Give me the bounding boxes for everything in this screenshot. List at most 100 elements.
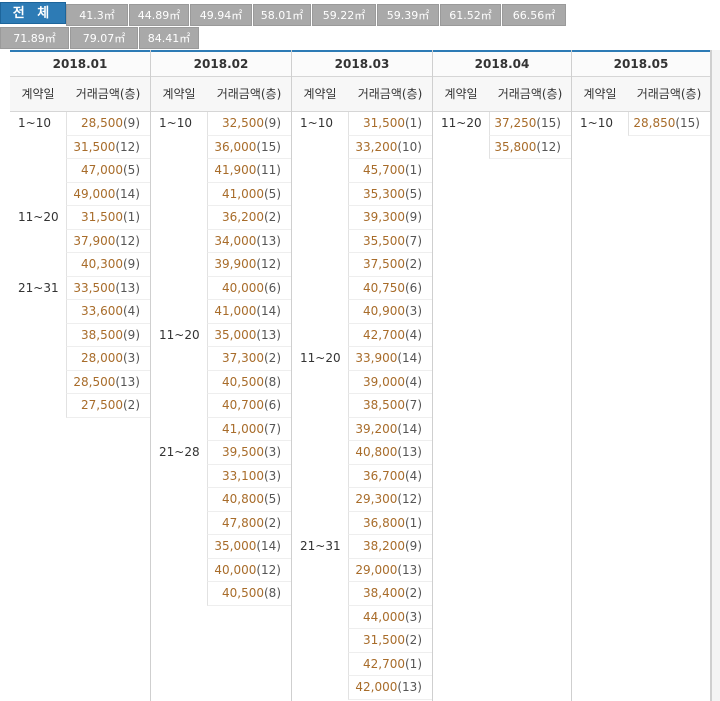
month-column-2018-04: 2018.04 계약일 거래금액(층) 11~20 37,250(15) 35,800(1… <box>433 50 572 701</box>
floor-value: (9) <box>405 539 422 553</box>
price-cell: 33,900(14) <box>348 347 432 371</box>
floor-value: (9) <box>123 116 140 130</box>
price-value: 40,000 <box>214 562 257 577</box>
price-value: 33,100 <box>222 468 264 483</box>
price-value: 42,700 <box>363 327 405 342</box>
price-cell: 31,500(1) <box>348 112 432 136</box>
month-column-2018-03: 2018.03 계약일 거래금액(층) 1~10 31,500(1) 33,200(10)… <box>292 50 433 701</box>
price-cell: 31,500(12) <box>66 135 150 159</box>
price-cell: 39,300(9) <box>348 206 432 230</box>
tab-area-3[interactable]: 58.01㎡ <box>253 4 311 26</box>
price-value: 37,900 <box>73 233 116 248</box>
floor-value: (9) <box>123 327 140 342</box>
price-value: 42,000 <box>355 680 398 694</box>
tab-area-10[interactable]: 84.41㎡ <box>139 27 199 49</box>
tab-area-6[interactable]: 61.52㎡ <box>440 4 501 26</box>
price-cell: 31,500(1) <box>66 206 150 230</box>
floor-value: (3) <box>264 445 281 459</box>
tab-area-9[interactable]: 79.07㎡ <box>70 27 138 49</box>
price-cell: 47,800(2) <box>207 511 291 535</box>
floor-value: (14) <box>397 421 422 436</box>
price-cell: 29,300(12) <box>348 488 432 512</box>
month-header: 2018.02 <box>151 50 291 77</box>
price-value: 39,300 <box>363 210 405 224</box>
floor-value: (14) <box>256 539 281 553</box>
price-value: 41,000 <box>214 304 257 318</box>
price-value: 38,500 <box>81 327 123 342</box>
price-value: 36,700 <box>363 468 405 483</box>
floor-value: (8) <box>264 374 281 389</box>
floor-value: (5) <box>264 492 281 506</box>
floor-value: (13) <box>256 233 281 248</box>
tab-area-2[interactable]: 49.94㎡ <box>190 4 252 26</box>
tab-area-8[interactable]: 71.89㎡ <box>0 27 69 49</box>
price-value: 35,500 <box>363 233 405 248</box>
floor-value: (1) <box>405 656 422 671</box>
price-cell: 33,200(10) <box>348 135 432 159</box>
date-column-header: 계약일 <box>162 87 196 101</box>
price-cell: 37,500(2) <box>348 253 432 277</box>
price-value: 29,000 <box>355 562 398 577</box>
floor-value: (12) <box>397 492 422 506</box>
floor-value: (13) <box>397 445 422 459</box>
price-value: 35,000 <box>214 539 257 553</box>
price-value: 28,500 <box>81 116 123 130</box>
price-value: 31,500 <box>73 139 116 154</box>
floor-value: (4) <box>123 304 140 318</box>
date-range-label: 1~10 <box>18 116 51 130</box>
table-edge <box>711 50 720 701</box>
floor-value: (13) <box>397 562 422 577</box>
price-cell: 42,000(13) <box>348 676 432 700</box>
price-cell: 49,000(14) <box>66 182 150 206</box>
date-range-label: 11~20 <box>159 327 200 342</box>
floor-value: (14) <box>256 304 281 318</box>
tab-all[interactable]: 전 체 <box>0 2 66 24</box>
price-cell: 29,000(13) <box>348 558 432 582</box>
price-cell: 41,900(11) <box>207 159 291 183</box>
price-value: 40,900 <box>363 304 405 318</box>
price-value: 38,200 <box>363 539 405 553</box>
price-cell: 39,000(4) <box>348 370 432 394</box>
floor-value: (6) <box>264 398 281 412</box>
price-value: 40,700 <box>222 398 264 412</box>
price-cell: 41,000(5) <box>207 182 291 206</box>
price-value: 47,000 <box>81 163 123 177</box>
floor-value: (4) <box>405 374 422 389</box>
date-range-label: 21~31 <box>300 539 341 553</box>
floor-value: (12) <box>115 233 140 248</box>
month-header: 2018.01 <box>10 50 150 77</box>
floor-value: (1) <box>405 163 422 177</box>
floor-value: (12) <box>115 139 140 154</box>
month-header: 2018.04 <box>433 50 571 77</box>
floor-value: (13) <box>397 680 422 694</box>
price-cell: 44,000(3) <box>348 605 432 629</box>
tab-area-5[interactable]: 59.39㎡ <box>377 4 439 26</box>
date-column-header: 계약일 <box>21 87 55 101</box>
date-range-label: 1~10 <box>580 116 613 130</box>
column-subheader: 계약일 거래금액(층) <box>433 77 571 112</box>
month-column-2018-02: 2018.02 계약일 거래금액(층) 1~10 32,500(9) 36,000(15)… <box>151 50 292 701</box>
price-value: 39,500 <box>222 445 264 459</box>
floor-value: (9) <box>123 257 140 271</box>
price-cell: 27,500(2) <box>66 394 150 418</box>
price-cell: 36,200(2) <box>207 206 291 230</box>
price-value: 41,000 <box>222 186 264 201</box>
price-cell: 42,700(1) <box>348 652 432 676</box>
date-range-label: 1~10 <box>159 116 192 130</box>
price-value: 32,500 <box>222 116 264 130</box>
floor-value: (1) <box>405 116 422 130</box>
tab-area-4[interactable]: 59.22㎡ <box>312 4 376 26</box>
price-value: 47,800 <box>222 515 264 530</box>
price-cell: 42,700(4) <box>348 323 432 347</box>
floor-value: (13) <box>115 280 140 295</box>
tab-area-0[interactable]: 41.3㎡ <box>66 4 128 26</box>
price-cell: 40,900(3) <box>348 300 432 324</box>
floor-value: (2) <box>123 398 140 412</box>
tab-area-1[interactable]: 44.89㎡ <box>129 4 189 26</box>
price-value: 40,800 <box>355 445 398 459</box>
price-value: 40,300 <box>81 257 123 271</box>
price-cell: 35,000(14) <box>207 535 291 559</box>
floor-value: (6) <box>405 280 422 295</box>
floor-value: (14) <box>397 351 422 365</box>
tab-area-7[interactable]: 66.56㎡ <box>502 4 566 26</box>
